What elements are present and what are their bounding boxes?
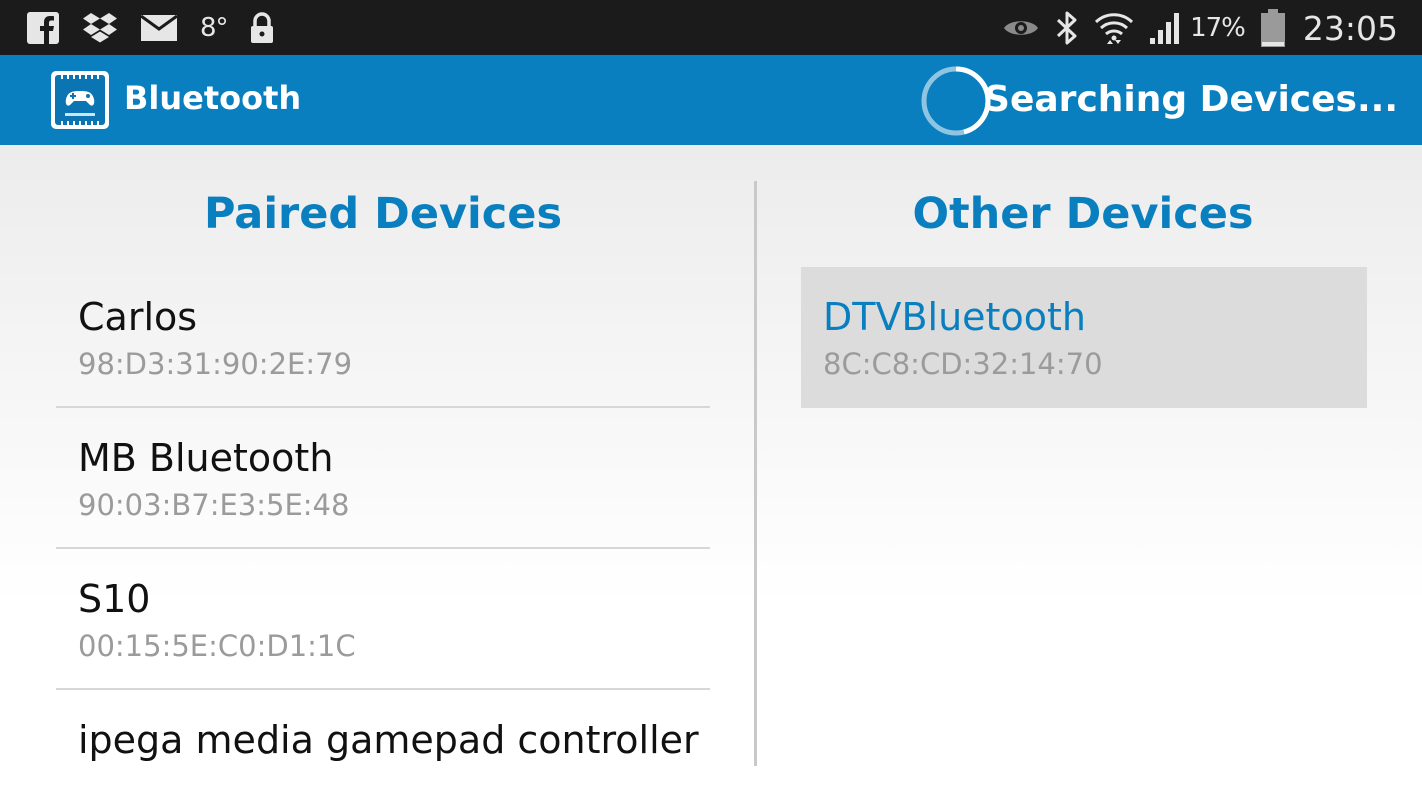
device-name: S10 — [78, 577, 151, 621]
device-address: 90:03:B7:E3:5E:48 — [78, 488, 350, 522]
signal-icon: 17% — [1148, 10, 1246, 46]
battery-icon — [1259, 8, 1287, 48]
device-name: MB Bluetooth — [78, 436, 334, 480]
bluetooth-icon — [1054, 10, 1080, 46]
list-item[interactable]: Carlos 98:D3:31:90:2E:79 — [56, 267, 710, 408]
other-devices-heading: Other Devices — [912, 189, 1254, 239]
device-lists: Paired Devices Other Devices Carlos 98:D… — [0, 145, 1422, 800]
app-logo-icon[interactable] — [51, 71, 109, 129]
list-item-selected[interactable]: DTVBluetooth 8C:C8:CD:32:14:70 — [801, 267, 1367, 408]
device-name: DTVBluetooth — [823, 295, 1086, 339]
paired-devices-list: Carlos 98:D3:31:90:2E:79 MB Bluetooth 90… — [56, 267, 710, 800]
wifi-icon — [1094, 10, 1134, 46]
battery-percent: 17% — [1190, 13, 1246, 43]
progress-spinner-icon — [920, 65, 992, 137]
device-address: 98:D3:31:90:2E:79 — [78, 347, 353, 381]
weather-icon: 8° — [200, 13, 229, 43]
eye-icon — [1002, 15, 1040, 41]
mail-icon — [140, 14, 178, 42]
paired-devices-heading: Paired Devices — [203, 189, 563, 239]
list-item[interactable]: ipega media gamepad controller — [56, 690, 710, 800]
action-bar: Bluetooth Searching Devices... — [0, 55, 1422, 145]
system-icons: 17% 23:05 — [988, 6, 1398, 50]
page-title: Bluetooth — [124, 79, 302, 117]
clock: 23:05 — [1302, 8, 1398, 48]
list-item[interactable]: S10 00:15:5E:C0:D1:1C — [56, 549, 710, 690]
searching-status: Searching Devices... — [984, 79, 1398, 120]
other-devices-list: DTVBluetooth 8C:C8:CD:32:14:70 — [801, 267, 1367, 408]
lock-icon — [250, 12, 274, 44]
device-address: 8C:C8:CD:32:14:70 — [823, 347, 1103, 381]
dropbox-icon — [82, 12, 118, 44]
column-divider — [754, 181, 757, 766]
temperature-text: 8° — [200, 13, 229, 43]
device-address: 00:15:5E:C0:D1:1C — [78, 629, 356, 663]
device-name: Carlos — [78, 295, 198, 339]
facebook-icon — [26, 11, 60, 45]
status-bar: 8° 17% 23:05 — [0, 0, 1422, 55]
list-item[interactable]: MB Bluetooth 90:03:B7:E3:5E:48 — [56, 408, 710, 549]
device-name: ipega media gamepad controller — [78, 718, 699, 762]
notification-icons: 8° — [26, 10, 296, 46]
